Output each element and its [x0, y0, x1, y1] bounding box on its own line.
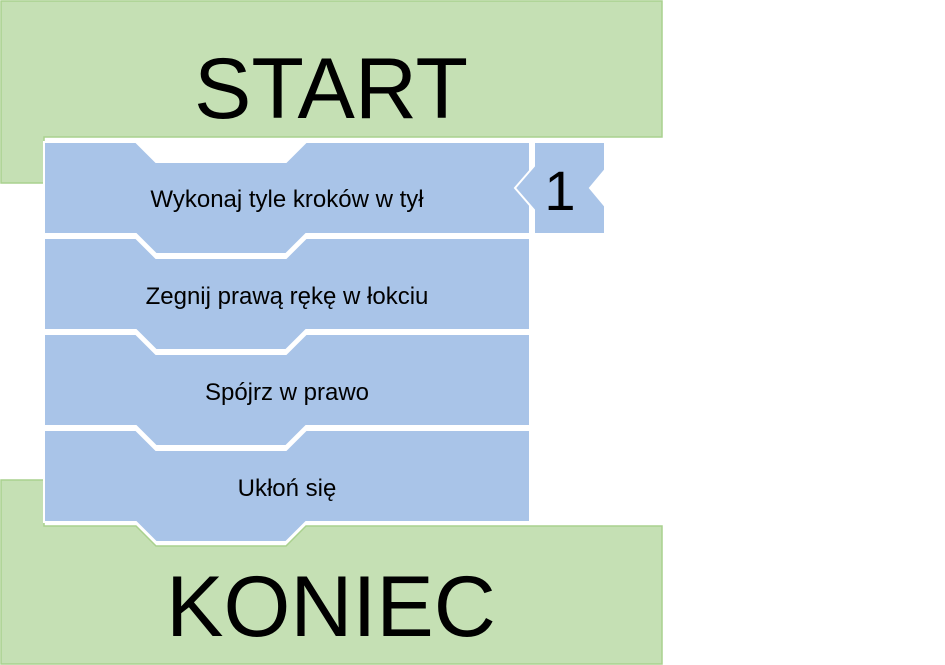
start-label: START [194, 41, 468, 137]
command-label: Zegnij prawą rękę w łokciu [146, 283, 429, 310]
command-label: Spójrz w prawo [205, 379, 369, 406]
command-block[interactable]: Ukłoń się [43, 429, 531, 543]
parameter-value: 1 [544, 159, 575, 222]
block-program-diagram: START KONIEC Wykonaj tyle kroków w tył 1… [0, 0, 663, 665]
command-label: Wykonaj tyle kroków w tył [150, 186, 424, 213]
command-label: Ukłoń się [238, 475, 337, 502]
end-label: KONIEC [166, 559, 496, 655]
